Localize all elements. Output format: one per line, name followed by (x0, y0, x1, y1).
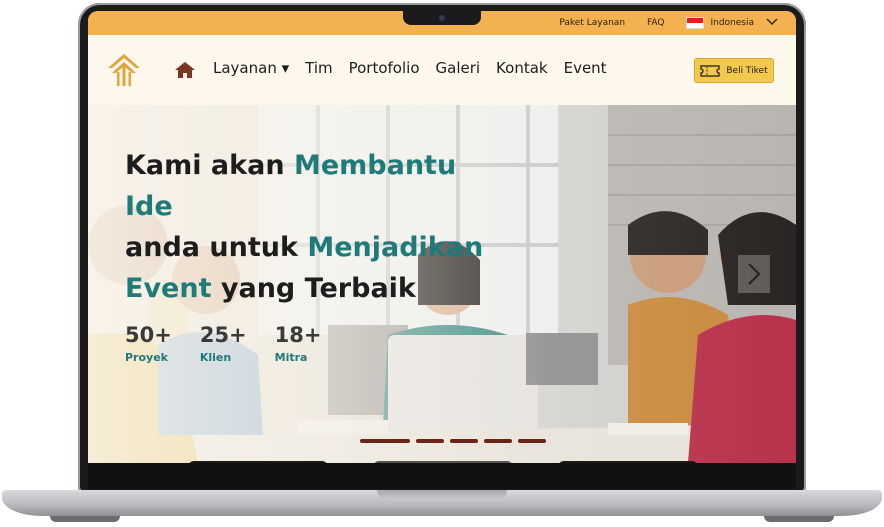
laptop-screen: Paket Layanan FAQ Indonesia Layanan ▾ Ti… (88, 11, 796, 463)
stat-proyek: 50+ Proyek (125, 323, 172, 364)
topbar-link-paket-layanan[interactable]: Paket Layanan (559, 18, 625, 28)
carousel-dot[interactable] (518, 439, 546, 443)
language-selector[interactable]: Indonesia (686, 17, 778, 29)
laptop-foot-left (50, 516, 120, 522)
carousel-indicators (360, 439, 552, 443)
brand-logo-icon[interactable] (106, 52, 142, 88)
stat-klien: 25+ Klien (200, 323, 247, 364)
headline-line2-accent: Menjadikan (307, 232, 484, 263)
stat-mitra: 18+ Mitra (275, 323, 322, 364)
carousel-dot[interactable] (360, 439, 410, 443)
chevron-right-icon (748, 263, 761, 285)
card-peek (188, 461, 328, 463)
carousel-dot[interactable] (450, 439, 478, 443)
camera-icon (439, 15, 445, 21)
hero-stats: 50+ Proyek 25+ Klien 18+ Mitra (125, 323, 349, 364)
buy-ticket-label: Beli Tiket (726, 65, 768, 76)
carousel-dot[interactable] (416, 439, 444, 443)
stat-value: 50+ (125, 323, 172, 347)
topbar-link-faq[interactable]: FAQ (647, 18, 664, 28)
nav-item-galeri[interactable]: Galeri (436, 59, 481, 77)
nav-item-kontak[interactable]: Kontak (496, 59, 548, 77)
indonesia-flag-icon (686, 17, 705, 29)
headline-line3: yang Terbaik (211, 273, 416, 304)
card-peek (373, 461, 513, 463)
carousel-dot[interactable] (484, 439, 512, 443)
headline-line2: anda untuk (125, 232, 308, 263)
chevron-down-icon (766, 18, 778, 29)
buy-ticket-button[interactable]: Beli Tiket (694, 58, 774, 83)
stat-value: 18+ (274, 323, 322, 347)
laptop-foot-right (764, 516, 834, 522)
carousel-next-button[interactable] (738, 255, 770, 293)
nav-item-event[interactable]: Event (564, 59, 607, 77)
main-navbar: Layanan ▾ Tim Portofolio Galeri Kontak E… (88, 35, 796, 105)
laptop-chin (88, 463, 796, 489)
home-icon[interactable] (174, 61, 196, 79)
nav-item-portofolio[interactable]: Portofolio (349, 59, 420, 77)
camera-notch (403, 11, 481, 25)
hero-banner: Kami akan Membantu Ide anda untuk Menjad… (88, 105, 796, 463)
laptop-base-notch (377, 490, 507, 500)
headline-line3-accent: Event (125, 273, 212, 304)
nav-menu: Layanan ▾ Tim Portofolio Galeri Kontak E… (213, 59, 623, 77)
card-peek (558, 461, 698, 463)
hero-headline: Kami akan Membantu Ide anda untuk Menjad… (125, 145, 505, 309)
ticket-icon (700, 64, 721, 77)
stat-label: Proyek (125, 351, 168, 364)
nav-item-tim[interactable]: Tim (305, 59, 332, 77)
stat-value: 25+ (199, 323, 247, 347)
stat-label: Mitra (274, 351, 308, 364)
nav-item-layanan[interactable]: Layanan ▾ (213, 59, 289, 77)
headline-line1: Kami akan (125, 150, 294, 181)
language-label: Indonesia (710, 18, 754, 28)
stat-label: Klien (199, 351, 232, 364)
